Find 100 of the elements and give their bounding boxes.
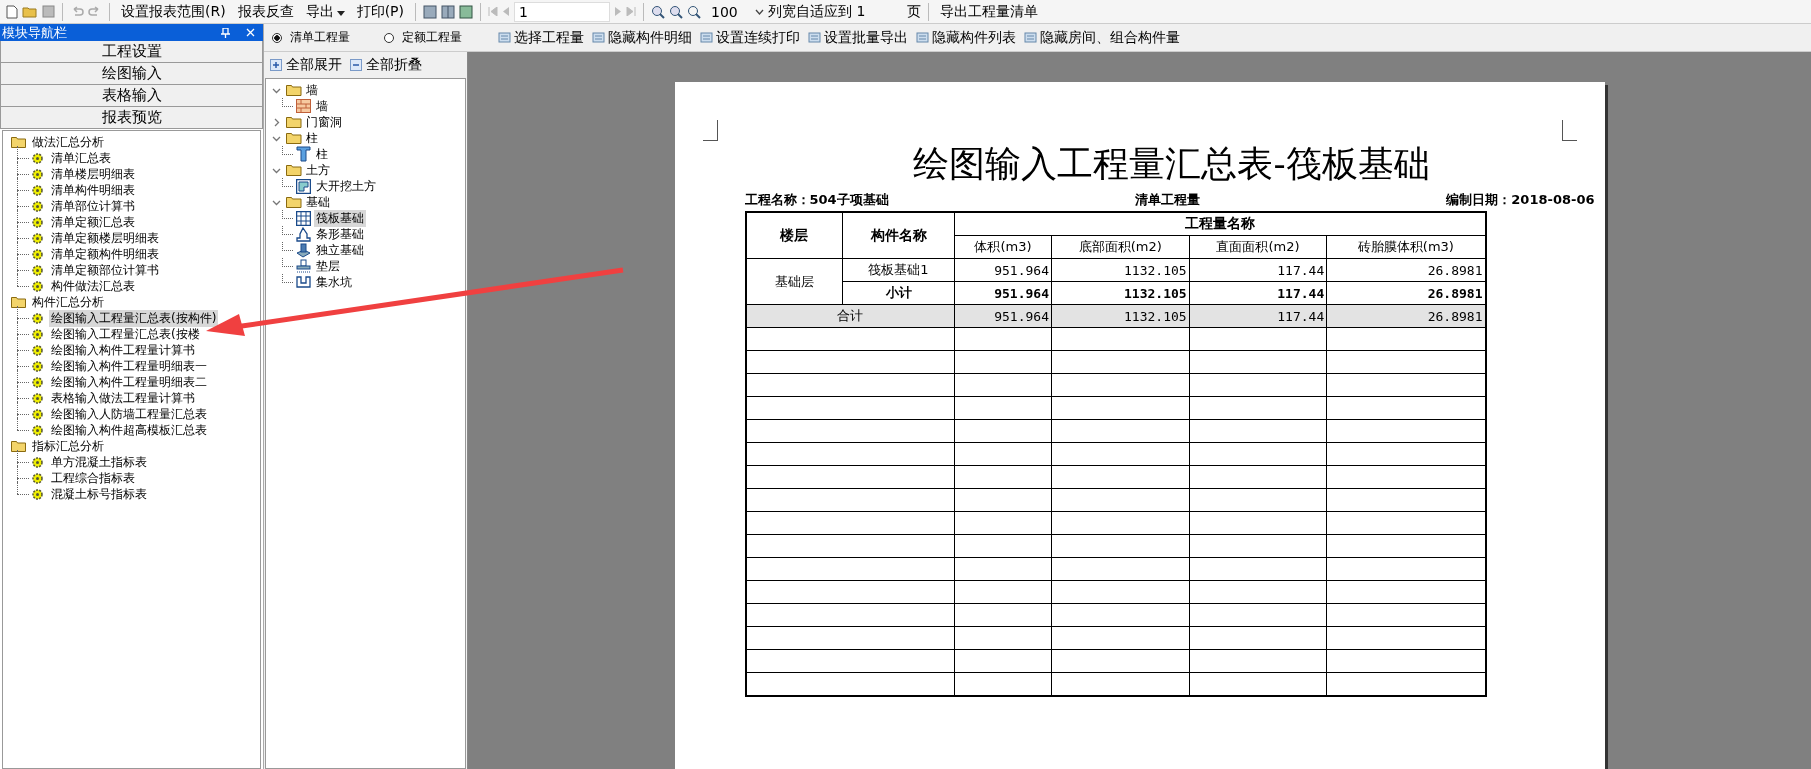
report-tree-item[interactable]: 混凝土标号指标表 [49,485,149,503]
project-name: 工程名称：504子项基础 [744,191,889,209]
report-tree-item[interactable]: 绘图输入构件工程量明细表二 [49,373,209,391]
table-cell: 小计 [842,281,955,305]
gear-icon [32,408,43,420]
report-tree-item[interactable]: 清单汇总表 [49,149,113,167]
report-tree-item[interactable]: 清单定额汇总表 [49,213,137,231]
category-label[interactable]: 门窗洞 [306,113,342,131]
toolbar-action-button[interactable]: 设置连续打印 [698,28,802,47]
gear-icon [32,232,43,244]
report-tree-item[interactable]: 清单楼层明细表 [49,165,137,183]
report-tree-item[interactable]: 绘图输入工程量汇总表(按楼 [49,325,202,343]
folder-icon [286,84,302,96]
report-tree-item[interactable]: 清单定额部位计算书 [49,261,161,279]
component-tree-item[interactable]: 集水坑 [314,273,354,291]
fit-width-label: 列宽自适应到 1 [768,2,866,21]
tree-group-label[interactable]: 构件汇总分析 [32,293,104,311]
report-tree-item[interactable]: 绘图输入人防墙工程量汇总表 [49,405,209,423]
export-list-button[interactable]: 导出工程量清单 [936,2,1043,21]
table-cell: 117.44 [1189,258,1327,282]
zoom-out-icon[interactable] [669,4,684,19]
zoom-field[interactable]: 100 [705,3,752,20]
two-page-icon[interactable] [441,4,456,19]
page-view-icon[interactable] [423,4,438,19]
compile-date: 编制日期：2018-08-06 [1446,191,1595,209]
gear-icon [32,424,43,436]
folder-icon [11,296,26,308]
report-tree-item[interactable]: 绘图输入构件工程量计算书 [49,341,197,359]
gear-icon [32,168,43,180]
column-icon [296,146,311,162]
expand-all-button[interactable]: 全部展开 [270,56,342,74]
category-label[interactable]: 基础 [306,193,330,211]
gear-icon [32,184,43,196]
component-tree-item[interactable]: 筏板基础 [314,209,366,227]
gear-icon [32,456,43,468]
gear-icon [32,488,43,500]
category-label[interactable]: 土方 [306,161,330,179]
report-tree-item[interactable]: 清单构件明细表 [49,181,137,199]
table-cell: 筏板基础1 [842,258,955,282]
grid-view-icon[interactable] [459,4,474,19]
report-tree-item[interactable]: 绘图输入构件工程量明细表一 [49,357,209,375]
gear-icon [32,312,43,324]
table-cell: 117.44 [1189,281,1327,305]
report-tree-item[interactable]: 清单定额构件明细表 [49,245,161,263]
report-tree-item[interactable]: 绘图输入构件超高模板汇总表 [49,421,209,439]
column-header: 体积(m3) [954,235,1052,259]
export-button[interactable]: 导出 [301,2,349,21]
list-icon [916,31,929,44]
component-tree-item[interactable]: 柱 [314,145,330,163]
toolbar-action-button[interactable]: 选择工程量 [496,28,586,47]
report-tree-item[interactable]: 构件做法汇总表 [49,277,137,295]
zoom-in-icon[interactable] [651,4,666,19]
toolbar-action-button[interactable]: 设置批量导出 [806,28,910,47]
category-label[interactable]: 柱 [306,129,318,147]
report-tree-item[interactable]: 工程综合指标表 [49,469,137,487]
panel-title: 模块导航栏 [2,23,68,42]
caret-icon[interactable] [336,10,345,16]
report-tree-item[interactable]: 绘图输入工程量汇总表(按构件) [49,309,219,327]
new-file-icon[interactable] [6,4,18,19]
module-button[interactable]: 表格输入 [0,85,263,107]
gear-icon [32,360,43,372]
toolbar-action-button[interactable]: 隐藏房间、组合构件量 [1022,28,1182,47]
page-number-field[interactable]: 1 [514,1,611,22]
report-range-button[interactable]: 设置报表范围(R) [117,2,230,21]
folder-icon[interactable] [22,5,38,18]
component-tree-item[interactable]: 条形基础 [314,225,366,243]
toolbar-action-button[interactable]: 隐藏构件列表 [914,28,1018,47]
component-tree-item[interactable]: 垫层 [314,257,342,275]
search-icon[interactable] [687,4,702,19]
reverse-lookup-button[interactable]: 报表反查 [233,2,298,21]
collapse-all-button[interactable]: 全部折叠 [350,56,422,74]
category-label[interactable]: 墙 [306,81,318,99]
report-tree-item[interactable]: 清单部位计算书 [49,197,137,215]
report-tree-item[interactable]: 清单定额楼层明细表 [49,229,161,247]
quantity-type-radio[interactable]: 定额工程量 [384,29,462,46]
close-icon[interactable] [246,28,255,37]
table-cell: 26.8981 [1326,304,1486,328]
report-tree-item[interactable]: 单方混凝土指标表 [49,453,149,471]
toolbar-action-button[interactable]: 隐藏构件明细 [590,28,694,47]
report-tree-item[interactable]: 表格输入做法工程量计算书 [49,389,197,407]
component-tree-item[interactable]: 墙 [314,97,330,115]
column-header: 底部面积(m2) [1051,235,1190,259]
component-tree-item[interactable]: 大开挖土方 [314,177,378,195]
table-cell: 1132.105 [1051,281,1190,305]
table-cell: 117.44 [1189,304,1327,328]
chevron-right-icon[interactable] [272,117,282,127]
minus-icon [350,59,362,71]
tree-group-label[interactable]: 指标汇总分析 [32,437,104,455]
module-button[interactable]: 绘图输入 [0,63,263,85]
gear-icon [32,328,43,340]
brick-wall-icon [296,99,311,113]
tree-group-label[interactable]: 做法汇总分析 [32,133,104,151]
pin-icon[interactable] [221,27,230,38]
module-button[interactable]: 报表预览 [0,107,263,129]
gear-icon [32,392,43,404]
component-tree-item[interactable]: 独立基础 [314,241,366,259]
module-button[interactable]: 工程设置 [0,41,263,63]
gear-icon [32,216,43,228]
quantity-type-radio[interactable]: 清单工程量 [272,29,350,46]
print-button[interactable]: 打印(P) [352,2,409,21]
